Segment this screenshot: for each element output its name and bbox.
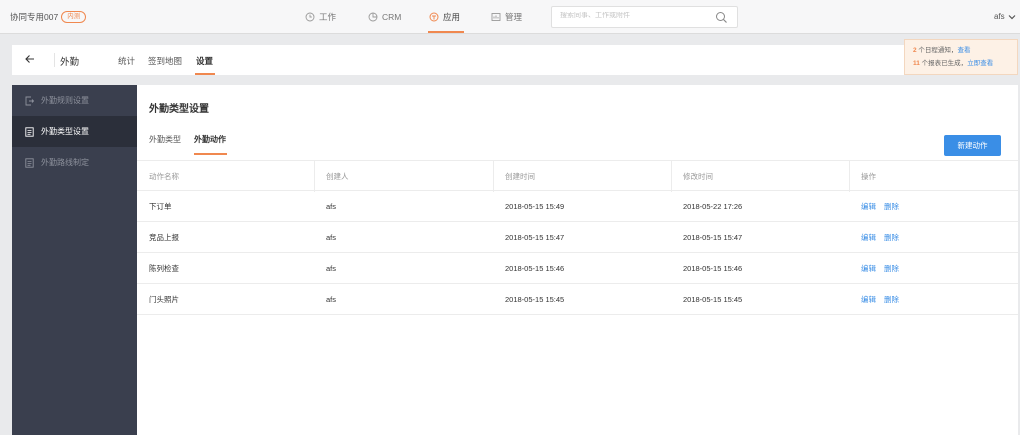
- document-icon: [25, 126, 34, 137]
- edit-link[interactable]: 编辑: [861, 202, 876, 211]
- table-row[interactable]: 门头照片 afs 2018-05-15 15:45 2018-05-15 15:…: [137, 284, 1018, 315]
- action-modified-time: 2018-05-22 17:26: [683, 202, 743, 211]
- table-row[interactable]: 下订单 afs 2018-05-15 15:49 2018-05-22 17:2…: [137, 191, 1018, 222]
- nav-work-label: 工作: [319, 12, 337, 22]
- clock-icon: [305, 12, 315, 22]
- delete-link[interactable]: 删除: [884, 295, 899, 304]
- exit-doc-icon: [25, 96, 34, 105]
- top-bar: 协同专用007 内测 工作 CRM 应用 管理 afs: [0, 0, 1020, 34]
- notification-popup: 2 个日程通知，查看 11 个报表已生成，立即查看: [904, 39, 1018, 75]
- delete-link[interactable]: 删除: [884, 233, 899, 242]
- company-name[interactable]: 协同专用007 内测: [10, 11, 87, 23]
- view-schedule-link[interactable]: 查看: [957, 47, 970, 54]
- nav-apps[interactable]: 应用: [429, 0, 460, 34]
- page-title: 外勤类型设置: [149, 104, 209, 115]
- action-creator: afs: [326, 233, 337, 242]
- brand-label: 协同专用007: [10, 12, 59, 22]
- delete-link[interactable]: 删除: [884, 264, 899, 273]
- action-modified-time: 2018-05-15 15:46: [683, 264, 743, 273]
- action-name: 陈列检查: [149, 264, 179, 273]
- user-menu[interactable]: afs: [994, 12, 1016, 21]
- action-created-time: 2018-05-15 15:45: [505, 295, 565, 304]
- edit-link[interactable]: 编辑: [861, 264, 876, 273]
- search-box[interactable]: [551, 6, 738, 28]
- action-created-time: 2018-05-15 15:47: [505, 233, 565, 242]
- row-actions: 编辑 删除: [849, 222, 907, 253]
- row-actions: 编辑 删除: [849, 284, 907, 315]
- user-name: afs: [994, 12, 1005, 21]
- column-header-modified: 修改时间: [683, 172, 713, 181]
- action-name: 门头照片: [149, 295, 179, 304]
- subnav-checkin-map[interactable]: 签到地图: [148, 55, 182, 67]
- sidebar-item-types[interactable]: 外勤类型设置: [12, 116, 137, 147]
- action-name: 下订单: [149, 202, 172, 211]
- new-action-button[interactable]: 新建动作: [944, 135, 1001, 156]
- pie-chart-icon: [368, 12, 378, 22]
- column-header-operations: 操作: [861, 172, 876, 181]
- subnav-settings[interactable]: 设置: [196, 55, 213, 67]
- nav-crm[interactable]: CRM: [368, 0, 401, 34]
- main-content: 外勤类型设置 外勤类型 外勤动作 新建动作 动作名称 创建人 创建时间 修改时间…: [137, 85, 1018, 435]
- action-name: 竞品上报: [149, 233, 179, 242]
- nav-manage-label: 管理: [505, 12, 523, 22]
- search-icon[interactable]: [715, 11, 728, 24]
- action-created-time: 2018-05-15 15:49: [505, 202, 565, 211]
- active-subnav-indicator: [195, 73, 215, 75]
- tab-field-actions[interactable]: 外勤动作: [194, 134, 226, 145]
- back-arrow-icon[interactable]: [24, 52, 36, 66]
- beta-badge: 内测: [61, 11, 87, 23]
- sidebar-item-rules[interactable]: 外勤规则设置: [12, 85, 137, 116]
- row-actions: 编辑 删除: [849, 253, 907, 284]
- sub-header: 外勤 统计 签到地图 设置: [12, 45, 1018, 75]
- report-text: 个报表已生成，: [919, 60, 968, 67]
- edit-link[interactable]: 编辑: [861, 233, 876, 242]
- actions-table: 动作名称 创建人 创建时间 修改时间 操作 下订单 afs 2018-05-15…: [137, 160, 1018, 315]
- sidebar-item-label: 外勤类型设置: [41, 127, 89, 136]
- action-modified-time: 2018-05-15 15:47: [683, 233, 743, 242]
- report-count: 11: [913, 60, 920, 67]
- column-header-name: 动作名称: [149, 172, 179, 181]
- document-icon: [25, 157, 34, 168]
- manage-icon: [491, 13, 501, 21]
- nav-apps-label: 应用: [443, 12, 461, 22]
- column-header-creator: 创建人: [326, 172, 349, 181]
- edit-link[interactable]: 编辑: [861, 295, 876, 304]
- active-nav-indicator: [428, 31, 464, 33]
- action-modified-time: 2018-05-15 15:45: [683, 295, 743, 304]
- action-created-time: 2018-05-15 15:46: [505, 264, 565, 273]
- module-title: 外勤: [60, 57, 80, 68]
- report-notice: 11 个报表已生成，立即查看: [913, 57, 1009, 70]
- box-icon: [429, 12, 439, 22]
- subnav-statistics[interactable]: 统计: [118, 55, 135, 67]
- table-header: 动作名称 创建人 创建时间 修改时间 操作: [137, 160, 1018, 192]
- table-row[interactable]: 竞品上报 afs 2018-05-15 15:47 2018-05-15 15:…: [137, 222, 1018, 253]
- sidebar-item-routes[interactable]: 外勤路线制定: [12, 147, 137, 178]
- active-tab-indicator: [194, 153, 227, 155]
- nav-work[interactable]: 工作: [305, 0, 336, 34]
- sidebar-item-label: 外勤规则设置: [41, 96, 89, 105]
- divider: [54, 53, 55, 67]
- column-header-created: 创建时间: [505, 172, 535, 181]
- schedule-notice: 2 个日程通知，查看: [913, 44, 1009, 57]
- view-report-link[interactable]: 立即查看: [967, 60, 993, 67]
- row-actions: 编辑 删除: [849, 191, 907, 222]
- delete-link[interactable]: 删除: [884, 202, 899, 211]
- table-row[interactable]: 陈列检查 afs 2018-05-15 15:46 2018-05-15 15:…: [137, 253, 1018, 284]
- search-input[interactable]: [560, 12, 700, 19]
- sidebar-item-label: 外勤路线制定: [41, 158, 89, 167]
- action-creator: afs: [326, 202, 337, 211]
- schedule-text: 个日程通知，: [916, 47, 958, 54]
- nav-crm-label: CRM: [382, 12, 402, 22]
- chevron-down-icon: [1008, 14, 1016, 19]
- nav-manage[interactable]: 管理: [491, 0, 522, 34]
- sidebar: 外勤规则设置 外勤类型设置 外勤路线制定: [12, 85, 137, 435]
- action-creator: afs: [326, 264, 337, 273]
- tab-field-types[interactable]: 外勤类型: [149, 134, 181, 145]
- action-creator: afs: [326, 295, 337, 304]
